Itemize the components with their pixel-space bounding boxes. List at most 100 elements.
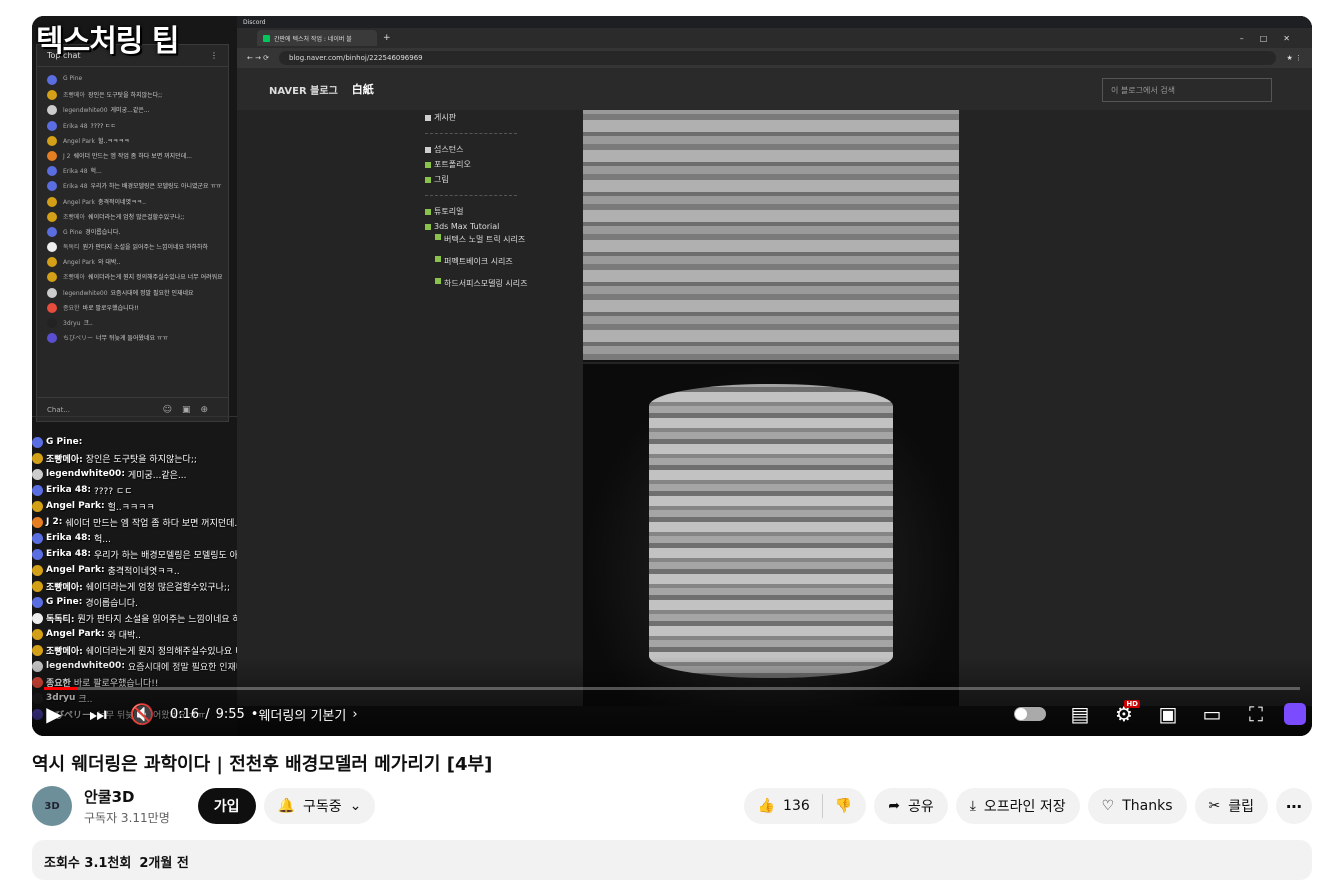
- channel-avatar[interactable]: 3D: [32, 786, 72, 826]
- download-button[interactable]: ⤓ 오프라인 저장: [955, 788, 1080, 824]
- blog-nav-label: 게시판: [434, 113, 457, 122]
- join-button[interactable]: 가입: [197, 788, 256, 824]
- blog-subnav-label: 하드서피스모델링 시리즈: [444, 279, 528, 288]
- overlay-chat-avatar: [32, 532, 43, 544]
- blog-nav-item: 튜토리얼: [425, 204, 535, 219]
- divider: [32, 416, 237, 417]
- chat-author: 독독티: [63, 244, 80, 252]
- share-icon: ➦: [888, 798, 900, 814]
- chat-avatar: [47, 242, 57, 253]
- clip-label: 클립: [1228, 799, 1254, 815]
- share-button[interactable]: ➦ 공유: [874, 788, 948, 824]
- upload-age: 2개월 전: [139, 856, 189, 871]
- chat-message: Angel Park 충격적이네엿ㅋㅋ..: [47, 196, 222, 212]
- dislike-button[interactable]: 👎: [823, 798, 866, 814]
- chat-author: Erika 48: [63, 168, 88, 176]
- chapter-button[interactable]: 웨더링의 기본기 ›: [258, 705, 357, 724]
- clip-button[interactable]: ✂ 클립: [1194, 788, 1268, 824]
- chat-author: 조빵메아: [63, 213, 86, 221]
- blog-nav-label: 그림: [434, 175, 449, 184]
- blog-nav-item: 섭스턴스: [425, 142, 535, 157]
- overlay-chat-avatar: [32, 628, 43, 640]
- video-player[interactable]: Top chat ⋮ G Pine 조빵메아 장인은 도구탓을 하지않는다;; leg…: [32, 16, 1312, 736]
- nav-separator: [425, 195, 517, 196]
- description-box[interactable]: 조회수 3.1천회 2개월 전: [32, 840, 1312, 880]
- chat-author: Angel Park: [63, 198, 95, 206]
- chat-author: 3dryu: [63, 320, 81, 327]
- chat-text: 쉐이더라는게 엄청 많은걸할수있구나;;: [88, 213, 185, 221]
- category-icon: [425, 146, 431, 153]
- chat-message: G Pine: [47, 75, 222, 90]
- overlay-chat-avatar: [32, 516, 43, 528]
- blog-nav-item: 그림: [425, 172, 535, 187]
- like-button[interactable]: 👍 136: [744, 794, 823, 818]
- chat-avatar: [47, 226, 57, 237]
- overlay-chat-author: J 2:: [46, 517, 63, 527]
- overlay-chat-avatar: [32, 500, 43, 512]
- channel-name[interactable]: 안쿨3D: [84, 786, 170, 807]
- chat-message: G Pine 경이롭습니다.: [47, 226, 222, 242]
- blog-search-input: 이 블로그에서 검색: [1102, 78, 1272, 102]
- browser-extension-icons: ★ ⋮: [1286, 54, 1302, 62]
- play-icon[interactable]: ▶: [32, 696, 76, 732]
- category-icon: [425, 223, 431, 230]
- player-controls: ▶ ⏭ 🔇 0:16 / 9:55 • 웨더링의 기본기 › ▤ ⚙ HD ▣ ▭…: [32, 696, 1312, 732]
- category-icon: [435, 278, 441, 284]
- overlay-chat-text: 쉐이더 만드는 엠 작업 좀 하다 보면 꺼지던데...: [65, 518, 243, 529]
- chat-message: J 2 쉐이더 만드는 엠 작업 좀 하다 보면 꺼지던데...: [47, 150, 222, 166]
- mute-icon[interactable]: 🔇: [120, 696, 164, 732]
- overlay-chat-avatar: [32, 564, 43, 576]
- theater-mode-icon[interactable]: ▭: [1190, 696, 1234, 732]
- chat-text: 헐..ㅋㅋㅋㅋ: [97, 137, 130, 145]
- chat-avatar: [47, 257, 57, 268]
- chat-avatar: [47, 150, 57, 161]
- chat-avatar: [47, 318, 57, 328]
- window-controls: –□✕: [1239, 33, 1306, 43]
- subscribed-button[interactable]: 🔔 구독중 ⌄: [263, 788, 376, 824]
- category-icon: [435, 256, 441, 262]
- extension-icon[interactable]: [1284, 703, 1306, 725]
- overlay-chat-author: Erika 48:: [46, 533, 91, 543]
- overlay-chat-author: G Pine:: [46, 437, 83, 447]
- settings-icon[interactable]: ⚙ HD: [1102, 696, 1146, 732]
- chat-message: Angel Park 헐..ㅋㅋㅋㅋ: [47, 135, 222, 151]
- next-icon[interactable]: ⏭: [76, 696, 120, 732]
- share-label: 공유: [907, 799, 934, 815]
- overlay-chat-text: ???? ㄷㄷ: [94, 486, 133, 497]
- thanks-button[interactable]: ♡ Thanks: [1087, 788, 1187, 824]
- chat-author: Angel Park: [63, 137, 95, 145]
- thanks-icon: ♡: [1101, 798, 1115, 814]
- more-icon[interactable]: ⋯: [1276, 788, 1312, 824]
- embedded-browser: Discord 간판에 텍스처 작업 : 네이버 블 + –□✕ ← → ⟳ b…: [237, 16, 1312, 706]
- ornamental-cylinder: [649, 384, 893, 678]
- miniplayer-icon[interactable]: ▣: [1146, 696, 1190, 732]
- chat-avatar: [47, 211, 57, 222]
- chat-message: ちびペリー 너무 뒤늦게 들어왔네요 ㅠㅠ: [47, 333, 222, 348]
- chat-avatar: [47, 302, 57, 313]
- autoplay-toggle[interactable]: [1014, 707, 1046, 721]
- download-label: 오프라인 저장: [983, 799, 1066, 815]
- overlay-chat-text: 게미궁...같은...: [127, 470, 187, 481]
- progress-bar[interactable]: [44, 687, 1300, 690]
- category-icon: [425, 208, 431, 215]
- fullscreen-icon[interactable]: ⛶: [1234, 696, 1278, 732]
- subtitles-icon[interactable]: ▤: [1058, 696, 1102, 732]
- overlay-chat-avatar: [32, 612, 43, 624]
- thumbs-down-icon: 👎: [834, 798, 853, 814]
- action-buttons: 👍 136 👎 ➦ 공유 ⤓ 오프라인 저장 ♡ Thanks ✂ 클립 ⋯: [743, 788, 1312, 824]
- new-tab-icon: +: [383, 33, 391, 43]
- chat-author: G Pine: [63, 228, 83, 236]
- overlay-chat-author: 독독티:: [46, 614, 75, 625]
- channel-info: 안쿨3D 구독자 3.11만명: [84, 786, 170, 826]
- overlay-chat-text: 와 대박..: [107, 630, 142, 641]
- chat-text: 헉...: [90, 168, 102, 176]
- browser-tabbar: 간판에 텍스처 작업 : 네이버 블 + –□✕: [237, 28, 1312, 48]
- chat-text: 장인은 도구탓을 하지않는다;;: [88, 92, 163, 100]
- overlay-chat-avatar: [32, 452, 43, 464]
- naver-header: NAVER 블로그 白紙 이 블로그에서 검색: [237, 68, 1312, 110]
- overlay-chat-author: Angel Park:: [46, 501, 105, 511]
- chat-message: 종요한 바로 팔로우했습니다!!: [47, 302, 222, 318]
- chat-author: 조빵메아: [63, 274, 86, 282]
- overlay-chat-avatar: [32, 596, 43, 608]
- chat-message: legendwhite00 게미궁...같은...: [47, 105, 222, 120]
